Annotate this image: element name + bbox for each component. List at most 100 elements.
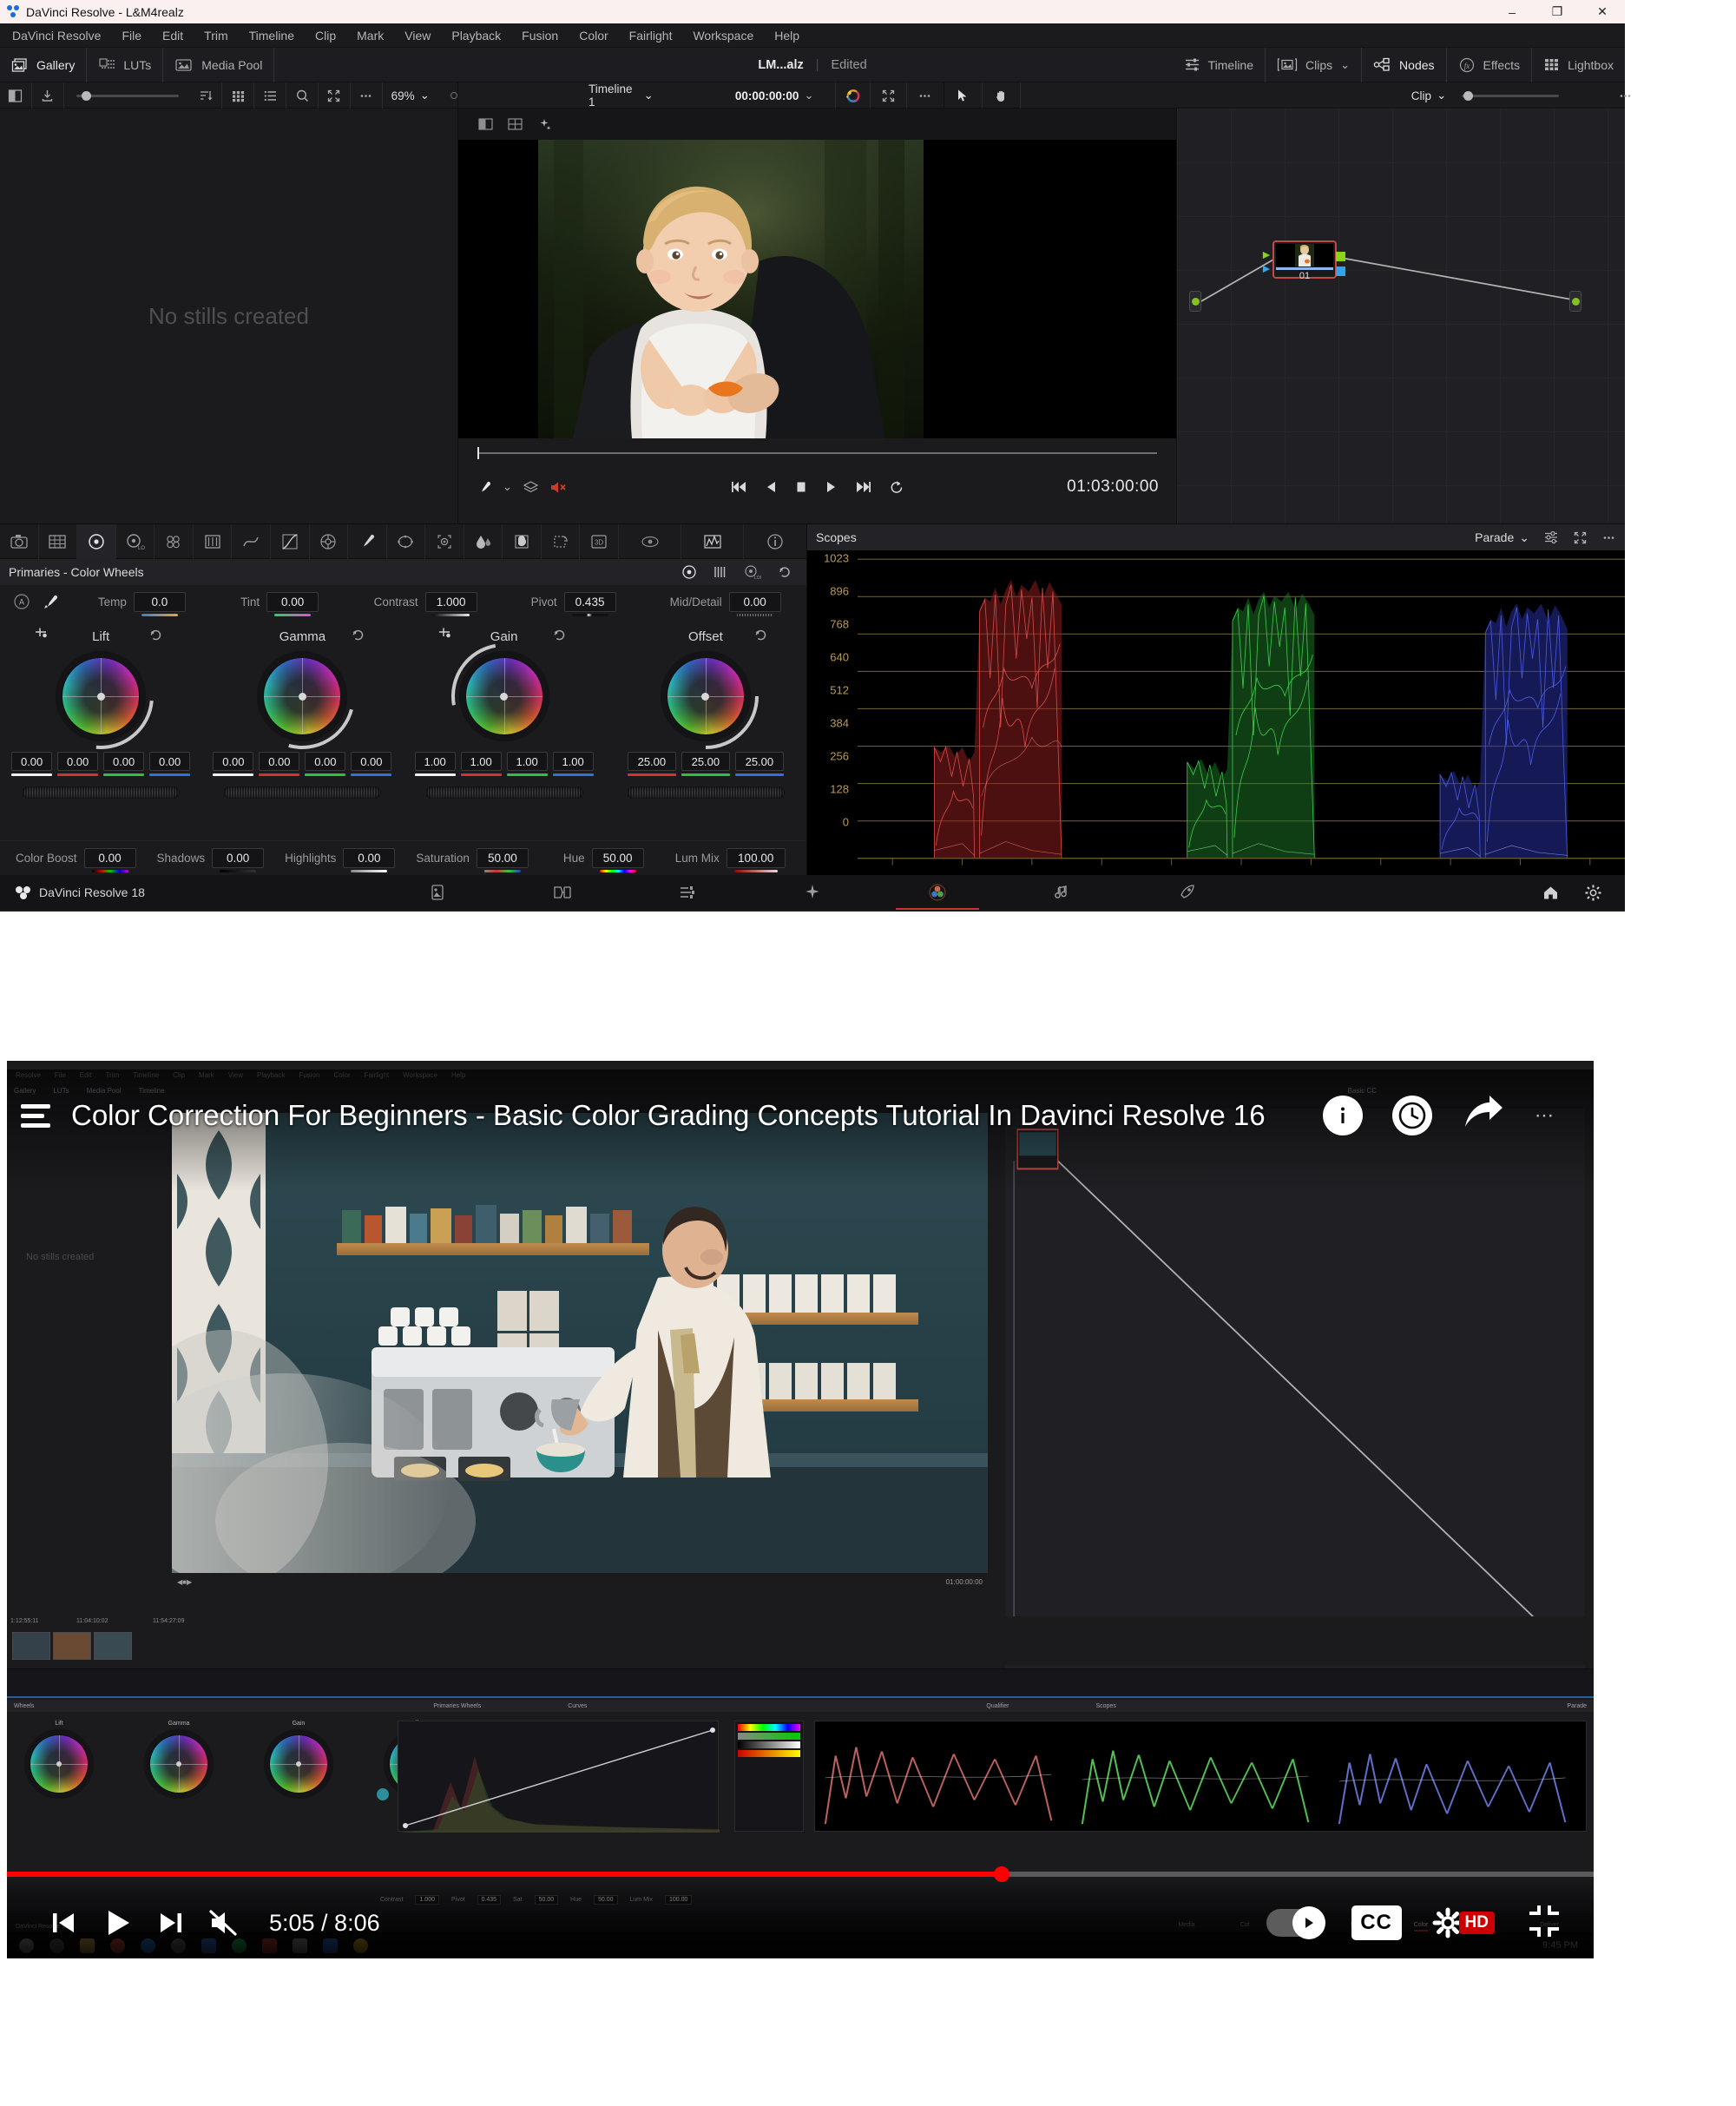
node-key-output-icon[interactable] bbox=[1336, 267, 1345, 276]
maximize-button[interactable]: ❐ bbox=[1535, 0, 1580, 23]
chevron-down-icon[interactable]: ⌄ bbox=[420, 89, 430, 102]
node-zoom-slider[interactable] bbox=[1455, 90, 1566, 101]
lift-g-value[interactable]: 0.00 bbox=[103, 752, 145, 776]
wheel-offset-handle[interactable] bbox=[701, 692, 710, 701]
gamma-r-value[interactable]: 0.00 bbox=[259, 752, 300, 776]
menu-timeline[interactable]: Timeline bbox=[249, 29, 294, 43]
color-picker-icon[interactable] bbox=[476, 479, 492, 496]
color-wheel-icon[interactable] bbox=[834, 82, 871, 109]
sort-icon[interactable] bbox=[191, 82, 223, 109]
scope-settings-icon[interactable] bbox=[1543, 530, 1559, 545]
minimize-button[interactable]: – bbox=[1489, 0, 1535, 23]
log-wheels-icon[interactable]: LOG bbox=[744, 564, 761, 580]
chevron-down-icon[interactable]: ⌄ bbox=[804, 89, 813, 102]
stop-icon[interactable] bbox=[795, 480, 807, 494]
chevron-down-icon[interactable]: ⌄ bbox=[1519, 530, 1529, 545]
auto-balance-icon[interactable]: A bbox=[12, 592, 31, 611]
node-scope-selector[interactable]: Clip ⌄ bbox=[1403, 82, 1456, 109]
toolbar-media-pool[interactable]: Media Pool bbox=[163, 47, 275, 82]
next-video-icon[interactable] bbox=[144, 1896, 198, 1950]
param-saturation[interactable]: Saturation 50.00 bbox=[405, 848, 539, 872]
lift-r-value[interactable]: 0.00 bbox=[57, 752, 99, 776]
output-node-terminal[interactable] bbox=[1569, 291, 1581, 312]
import-still-icon[interactable] bbox=[32, 82, 64, 109]
toolbar-timeline[interactable]: Timeline bbox=[1173, 47, 1266, 82]
wheel-gain-control[interactable] bbox=[430, 622, 578, 770]
curves-icon[interactable] bbox=[271, 523, 310, 559]
lift-reset-icon[interactable] bbox=[148, 628, 163, 642]
offset-r-value[interactable]: 25.00 bbox=[627, 752, 676, 776]
gallery-panel[interactable]: No stills created bbox=[0, 109, 458, 523]
wheel-lift-control[interactable] bbox=[26, 622, 176, 771]
progress-scrubber-handle[interactable] bbox=[994, 1866, 1010, 1882]
blur-icon[interactable] bbox=[464, 523, 503, 559]
wheel-gain[interactable]: Gain 1.00 1.00 1.00 1.00 bbox=[404, 618, 605, 840]
expand-icon[interactable] bbox=[1573, 530, 1588, 545]
offset-master-slider[interactable] bbox=[626, 786, 785, 799]
gain-g-value[interactable]: 1.00 bbox=[506, 752, 548, 776]
data-burn-icon[interactable] bbox=[619, 523, 681, 559]
page-tab-media[interactable] bbox=[375, 875, 500, 910]
gallery-more-options-icon[interactable] bbox=[351, 82, 383, 109]
share-icon[interactable] bbox=[1462, 1094, 1505, 1138]
param-temp-value[interactable]: 0.0 bbox=[133, 591, 186, 616]
gain-b-value[interactable]: 1.00 bbox=[552, 752, 594, 776]
chevron-down-icon[interactable]: ⌄ bbox=[1437, 89, 1446, 102]
log-wheels-icon[interactable]: LOG bbox=[116, 523, 155, 559]
primaries-wheels-icon[interactable] bbox=[681, 564, 697, 580]
power-windows-icon[interactable] bbox=[387, 523, 426, 559]
menu-playback[interactable]: Playback bbox=[451, 29, 501, 43]
expand-icon[interactable] bbox=[319, 82, 351, 109]
chevron-down-icon[interactable]: ⌄ bbox=[644, 89, 654, 102]
param-shadows-value[interactable]: 0.00 bbox=[212, 848, 265, 872]
gamma-master-slider[interactable] bbox=[223, 786, 382, 799]
gamma-b-value[interactable]: 0.00 bbox=[351, 752, 392, 776]
offset-g-value[interactable]: 25.00 bbox=[681, 752, 730, 776]
gamma-g-value[interactable]: 0.00 bbox=[305, 752, 346, 776]
last-frame-icon[interactable] bbox=[854, 480, 871, 494]
param-hue[interactable]: Hue 50.00 bbox=[539, 848, 654, 872]
node-key-input-icon[interactable] bbox=[1262, 265, 1271, 273]
menu-mark[interactable]: Mark bbox=[357, 29, 384, 43]
param-pivot-value[interactable]: 0.435 bbox=[563, 591, 616, 616]
param-highlights[interactable]: Highlights 0.00 bbox=[274, 848, 405, 872]
settings-quality-button[interactable]: HD bbox=[1431, 1905, 1495, 1941]
node-more-options-icon[interactable] bbox=[1606, 82, 1644, 109]
toolbar-luts[interactable]: LUTs bbox=[87, 47, 164, 82]
queue-icon[interactable] bbox=[21, 1098, 59, 1133]
node-01[interactable]: 01 bbox=[1262, 240, 1345, 281]
viewer-timecode[interactable]: 00:00:00:00 ⌄ bbox=[727, 82, 823, 109]
scope-mode-selector[interactable]: Parade ⌄ bbox=[1475, 530, 1529, 545]
color-slice-icon[interactable] bbox=[310, 523, 349, 559]
split-view-icon[interactable] bbox=[0, 82, 32, 109]
autoplay-toggle[interactable] bbox=[1266, 1906, 1325, 1939]
grid-view-icon[interactable] bbox=[222, 82, 255, 109]
menu-edit[interactable]: Edit bbox=[162, 29, 183, 43]
gain-y-value[interactable]: 1.00 bbox=[414, 752, 456, 776]
page-tab-cut[interactable] bbox=[500, 875, 625, 910]
rgb-parade-scope[interactable]: 1023 896 768 640 512 384 256 128 0 bbox=[807, 550, 1625, 875]
param-lum-mix[interactable]: Lum Mix 100.00 bbox=[654, 848, 796, 872]
gain-master-slider[interactable] bbox=[424, 786, 583, 799]
wheel-gamma-control[interactable] bbox=[230, 623, 375, 769]
reverse-play-icon[interactable] bbox=[766, 480, 778, 494]
scrubber[interactable] bbox=[458, 438, 1176, 468]
gain-reset-icon[interactable] bbox=[552, 628, 567, 642]
param-color-boost[interactable]: Color Boost 0.00 bbox=[5, 848, 147, 872]
muted-volume-icon[interactable] bbox=[198, 1896, 252, 1950]
source-node-terminal[interactable] bbox=[1189, 291, 1201, 312]
node-rgb-output-icon[interactable] bbox=[1336, 252, 1345, 261]
loop-icon[interactable] bbox=[889, 480, 904, 495]
menu-fusion[interactable]: Fusion bbox=[522, 29, 558, 43]
settings-icon[interactable] bbox=[1584, 884, 1602, 902]
lift-picker-icon[interactable] bbox=[33, 627, 49, 642]
page-tab-color[interactable] bbox=[875, 875, 1000, 910]
param-temp[interactable]: Temp 0.0 bbox=[73, 591, 211, 616]
toolbar-effects[interactable]: fx Effects bbox=[1447, 47, 1533, 82]
motion-effects-icon[interactable] bbox=[232, 523, 271, 559]
toolbar-lightbox[interactable]: Lightbox bbox=[1532, 48, 1625, 82]
tracker-icon[interactable] bbox=[425, 523, 464, 559]
sizing-icon[interactable] bbox=[542, 523, 581, 559]
menu-workspace[interactable]: Workspace bbox=[693, 29, 753, 43]
param-shadows[interactable]: Shadows 0.00 bbox=[147, 848, 275, 872]
